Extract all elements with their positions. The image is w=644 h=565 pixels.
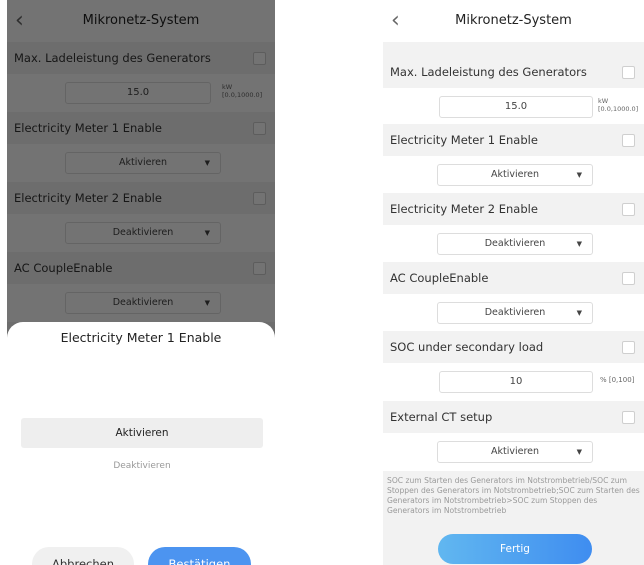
soc-secondary-unit: % [0,100]: [600, 376, 635, 384]
picker-title: Electricity Meter 1 Enable: [60, 330, 222, 345]
dropdown-caret-icon: ▼: [576, 309, 582, 317]
picker-option-aktivieren[interactable]: Aktivieren: [21, 418, 263, 448]
range-text: [0.0,1000.0]: [598, 105, 639, 113]
cancel-button[interactable]: Abbrechen: [32, 547, 134, 565]
page-title: Mikronetz-System: [455, 13, 572, 28]
dropdown-caret-icon: ▼: [576, 240, 582, 248]
section-soc-secondary: SOC under secondary load: [383, 331, 644, 363]
section-meter2: Electricity Meter 2 Enable: [383, 193, 644, 225]
meter2-select[interactable]: Deaktivieren ▼: [437, 233, 593, 255]
section-label: SOC under secondary load: [390, 340, 544, 354]
section-checkbox[interactable]: [622, 66, 635, 79]
section-label: Max. Ladeleistung des Generators: [390, 65, 587, 79]
section-checkbox[interactable]: [622, 411, 635, 424]
section-meter1: Electricity Meter 1 Enable: [383, 124, 644, 156]
section-max-charge: Max. Ladeleistung des Generators: [383, 56, 644, 88]
external-ct-select[interactable]: Aktivieren ▼: [437, 441, 593, 463]
section-label: AC CoupleEnable: [390, 271, 489, 285]
section-label: Electricity Meter 2 Enable: [390, 202, 538, 216]
max-charge-unit: kW [0.0,1000.0]: [598, 97, 638, 113]
meter1-select[interactable]: Aktivieren ▼: [437, 164, 593, 186]
section-checkbox[interactable]: [622, 341, 635, 354]
max-charge-input[interactable]: 15.0: [439, 96, 593, 118]
row-meter2: Deaktivieren ▼: [383, 225, 644, 263]
unit-text: kW: [598, 97, 609, 105]
row-max-charge: 15.0 kW [0.0,1000.0]: [383, 88, 644, 126]
section-checkbox[interactable]: [622, 272, 635, 285]
select-value: Aktivieren: [490, 169, 540, 180]
row-soc-secondary: 10 % [0,100]: [383, 363, 644, 401]
confirm-button[interactable]: Bestätigen: [148, 547, 251, 565]
row-meter1: Aktivieren ▼: [383, 156, 644, 194]
section-external-ct: External CT setup: [383, 401, 644, 433]
dropdown-caret-icon: ▼: [576, 448, 582, 456]
select-value: Deaktivieren: [484, 307, 546, 318]
row-ac-couple: Deaktivieren ▼: [383, 294, 644, 332]
select-value: Aktivieren: [490, 446, 540, 457]
soc-secondary-input[interactable]: 10: [439, 371, 593, 393]
dropdown-caret-icon: ▼: [576, 171, 582, 179]
section-label: Electricity Meter 1 Enable: [390, 133, 538, 147]
section-ac-couple: AC CoupleEnable: [383, 262, 644, 294]
section-checkbox[interactable]: [622, 203, 635, 216]
select-value: Deaktivieren: [484, 238, 546, 249]
top-bar: ‹ Mikronetz-System: [383, 0, 644, 42]
ac-couple-select[interactable]: Deaktivieren ▼: [437, 302, 593, 324]
section-label: External CT setup: [390, 410, 493, 424]
soc-note: SOC zum Starten des Generators im Notstr…: [387, 476, 640, 515]
right-screen: ‹ Mikronetz-System Max. Ladeleistung des…: [383, 0, 644, 565]
picker-option-deaktivieren[interactable]: Deaktivieren: [21, 451, 263, 481]
picker-sheet: Electricity Meter 1 Enable Aktivieren De…: [7, 322, 275, 565]
section-checkbox[interactable]: [622, 134, 635, 147]
done-button[interactable]: Fertig: [438, 534, 592, 564]
row-external-ct: Aktivieren ▼: [383, 433, 644, 471]
left-screen: ‹ Mikronetz-System Max. Ladeleistung des…: [7, 0, 275, 565]
